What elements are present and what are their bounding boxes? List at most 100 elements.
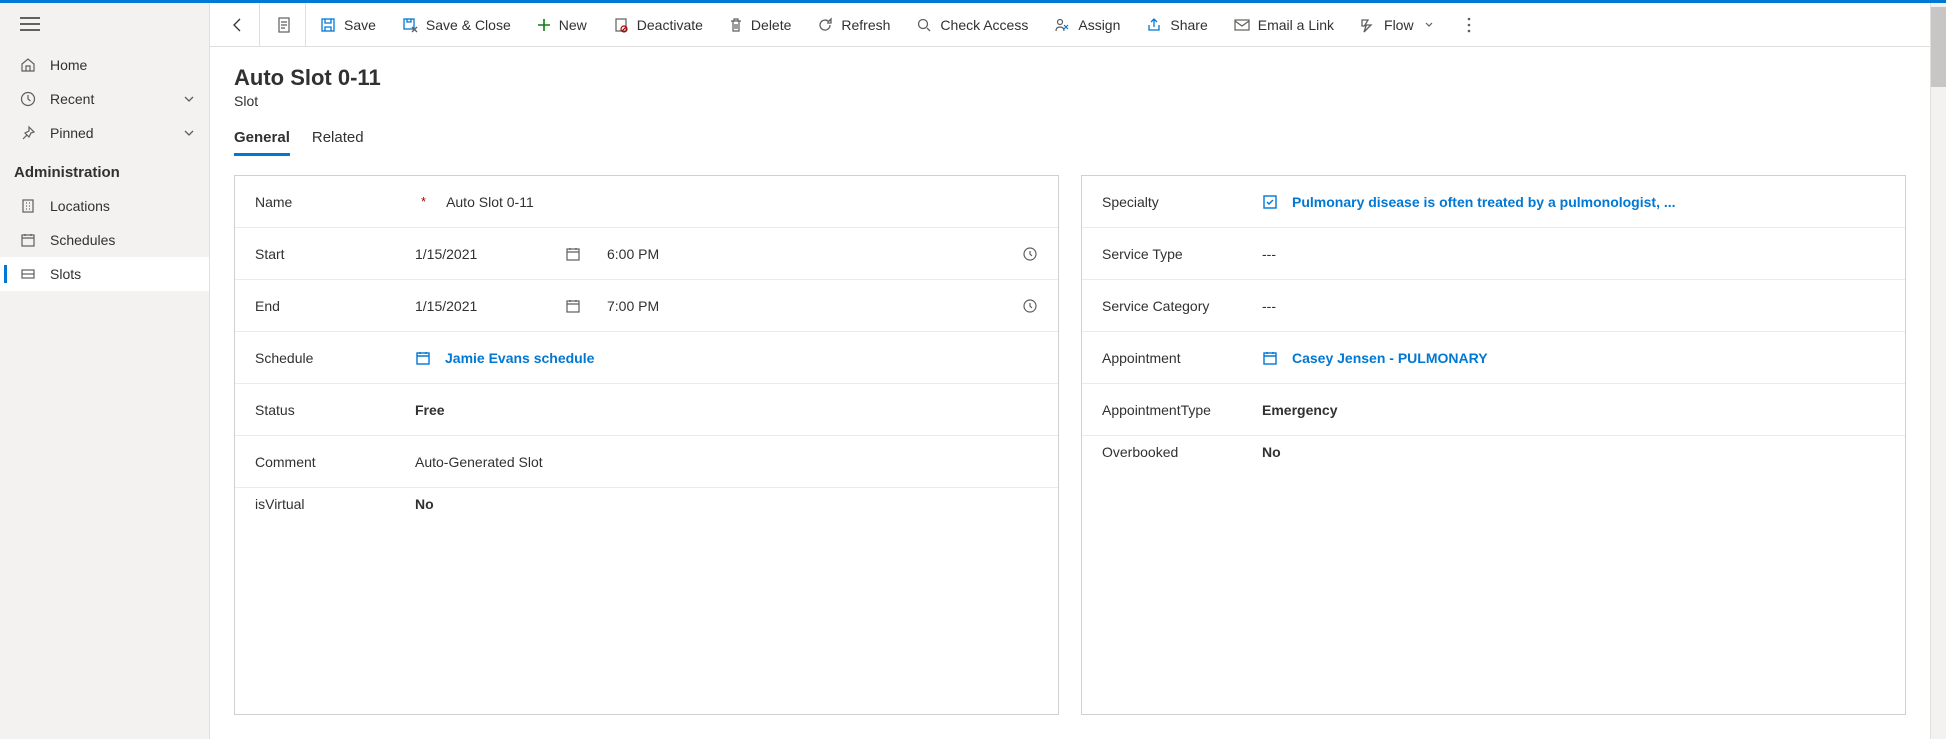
field-isvirtual[interactable]: isVirtual No (235, 488, 1058, 540)
service-category-value[interactable]: --- (1262, 298, 1276, 314)
deactivate-label: Deactivate (637, 17, 703, 33)
field-specialty[interactable]: Specialty Pulmonary disease is often tre… (1082, 176, 1905, 228)
field-appointment[interactable]: Appointment Casey Jensen - PULMONARY (1082, 332, 1905, 384)
calendar-icon (1262, 350, 1282, 366)
field-value[interactable]: Auto Slot 0-11 (446, 194, 534, 210)
clock-icon (20, 91, 36, 107)
service-type-value[interactable]: --- (1262, 246, 1276, 262)
save-icon (320, 17, 336, 33)
new-button[interactable]: New (525, 3, 599, 47)
sidebar-section-title: Administration (0, 150, 209, 189)
status-value: Free (415, 402, 445, 418)
save-button[interactable]: Save (308, 3, 388, 47)
calendar-icon (415, 350, 435, 366)
calendar-icon[interactable] (565, 246, 581, 262)
field-label: Schedule (255, 350, 313, 366)
check-access-button[interactable]: Check Access (904, 3, 1040, 47)
mail-icon (1234, 18, 1250, 32)
field-label: isVirtual (255, 496, 305, 512)
field-appointment-type[interactable]: AppointmentType Emergency (1082, 384, 1905, 436)
sidebar-item-slots[interactable]: Slots (0, 257, 209, 291)
field-label: Appointment (1102, 350, 1181, 366)
sidebar-item-locations[interactable]: Locations (0, 189, 209, 223)
sidebar-item-pinned[interactable]: Pinned (0, 116, 209, 150)
record-header: Auto Slot 0-11 Slot (210, 47, 1930, 109)
pin-icon (20, 125, 36, 141)
save-close-button[interactable]: Save & Close (390, 3, 523, 47)
app-root: Home Recent Pinned Administration Locati… (0, 3, 1946, 739)
email-link-label: Email a Link (1258, 17, 1334, 33)
refresh-button[interactable]: Refresh (805, 3, 902, 47)
field-comment[interactable]: Comment Auto-Generated Slot (235, 436, 1058, 488)
sidebar-item-recent[interactable]: Recent (0, 82, 209, 116)
isvirtual-value: No (415, 496, 434, 512)
field-label: Status (255, 402, 295, 418)
field-end[interactable]: End 1/15/2021 7:00 PM (235, 280, 1058, 332)
sidebar-item-label: Schedules (50, 232, 115, 248)
sidebar-item-home[interactable]: Home (0, 48, 209, 82)
share-button[interactable]: Share (1134, 3, 1219, 47)
delete-button[interactable]: Delete (717, 3, 803, 47)
field-label: Service Type (1102, 246, 1183, 262)
schedule-link[interactable]: Jamie Evans schedule (445, 350, 594, 366)
clock-icon[interactable] (1022, 246, 1038, 262)
field-name[interactable]: Name * Auto Slot 0-11 (235, 176, 1058, 228)
field-label: AppointmentType (1102, 402, 1211, 418)
sidebar-item-label: Locations (50, 198, 110, 214)
assign-button[interactable]: Assign (1042, 3, 1132, 47)
back-button[interactable] (216, 3, 260, 47)
tab-related[interactable]: Related (312, 129, 364, 156)
refresh-label: Refresh (841, 17, 890, 33)
save-label: Save (344, 17, 376, 33)
field-service-type[interactable]: Service Type --- (1082, 228, 1905, 280)
field-status[interactable]: Status Free (235, 384, 1058, 436)
record-tabs: General Related (210, 109, 1930, 157)
field-label: Comment (255, 454, 316, 470)
form-panels: Name * Auto Slot 0-11 Start 1/15/2021 (210, 157, 1930, 739)
deactivate-button[interactable]: Deactivate (601, 3, 715, 47)
slot-icon (20, 266, 36, 282)
sidebar-item-schedules[interactable]: Schedules (0, 223, 209, 257)
clock-icon[interactable] (1022, 298, 1038, 314)
field-label: End (255, 298, 280, 314)
overbooked-value: No (1262, 444, 1281, 460)
field-label: Name (255, 194, 292, 210)
field-label: Service Category (1102, 298, 1209, 314)
document-icon-button[interactable] (262, 3, 306, 47)
building-icon (20, 198, 36, 214)
flow-button[interactable]: Flow (1348, 3, 1446, 47)
home-icon (20, 57, 36, 73)
scrollbar-thumb[interactable] (1931, 7, 1946, 87)
field-schedule[interactable]: Schedule Jamie Evans schedule (235, 332, 1058, 384)
assign-label: Assign (1078, 17, 1120, 33)
start-date-value[interactable]: 1/15/2021 (415, 246, 477, 262)
hamburger-icon[interactable] (20, 17, 40, 33)
specialty-link[interactable]: Pulmonary disease is often treated by a … (1292, 194, 1676, 210)
appointment-link[interactable]: Casey Jensen - PULMONARY (1292, 350, 1488, 366)
sidebar-item-label: Recent (50, 91, 94, 107)
start-time-value[interactable]: 6:00 PM (607, 246, 659, 262)
comment-value[interactable]: Auto-Generated Slot (415, 454, 543, 470)
email-link-button[interactable]: Email a Link (1222, 3, 1346, 47)
sidebar-item-label: Slots (50, 266, 81, 282)
vertical-scrollbar[interactable] (1930, 3, 1946, 739)
overflow-menu-button[interactable] (1454, 17, 1484, 33)
tab-general[interactable]: General (234, 129, 290, 156)
share-icon (1146, 17, 1162, 33)
delete-label: Delete (751, 17, 791, 33)
trash-icon (729, 17, 743, 33)
field-start[interactable]: Start 1/15/2021 6:00 PM (235, 228, 1058, 280)
end-date-value[interactable]: 1/15/2021 (415, 298, 477, 314)
calendar-icon[interactable] (565, 298, 581, 314)
field-service-category[interactable]: Service Category --- (1082, 280, 1905, 332)
field-overbooked[interactable]: Overbooked No (1082, 436, 1905, 488)
flow-label: Flow (1384, 17, 1414, 33)
command-bar: Save Save & Close New Deactivate Delete … (210, 3, 1930, 47)
record-title: Auto Slot 0-11 (234, 65, 1906, 91)
assign-icon (1054, 17, 1070, 33)
record-entity: Slot (234, 93, 1906, 109)
new-label: New (559, 17, 587, 33)
chevron-down-icon (183, 93, 195, 105)
sidebar: Home Recent Pinned Administration Locati… (0, 3, 210, 739)
end-time-value[interactable]: 7:00 PM (607, 298, 659, 314)
